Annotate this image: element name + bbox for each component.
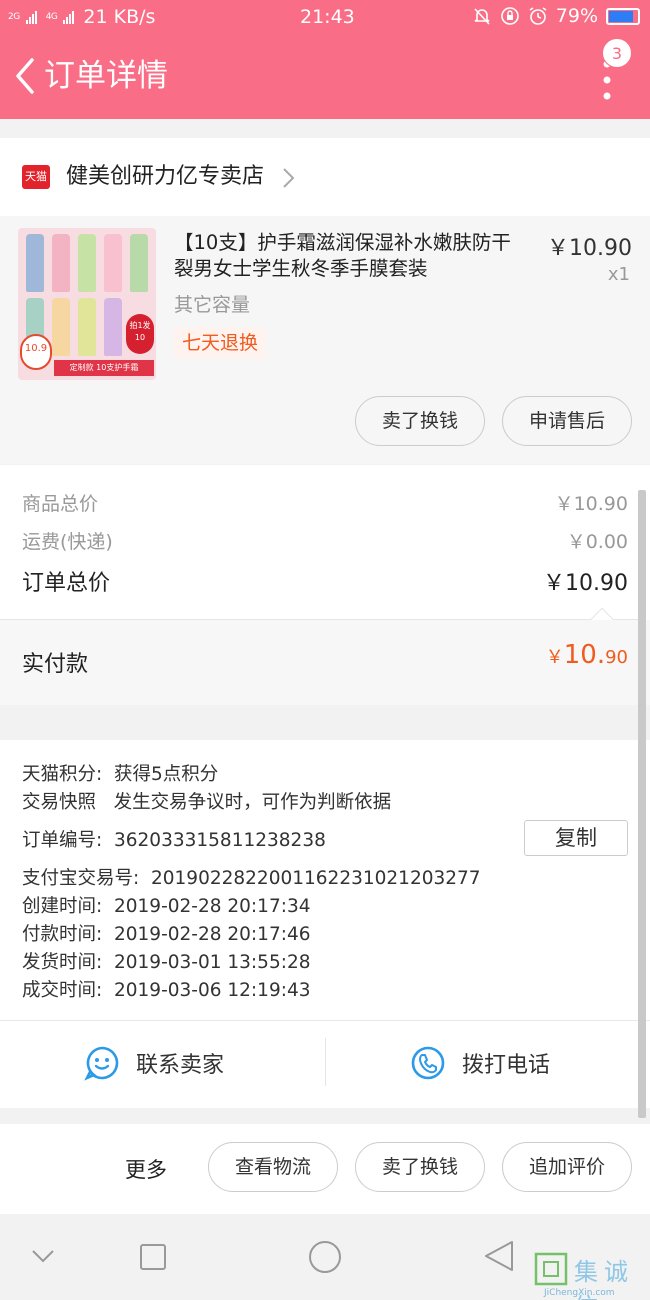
product-quantity: x1 — [607, 264, 630, 285]
status-right: 79% — [472, 5, 640, 27]
return-policy-badge: 七天退换 — [174, 327, 267, 359]
actual-payment-label: 实付款 — [22, 652, 89, 677]
snapshot-label: 交易快照 — [22, 792, 97, 813]
view-logistics-button[interactable]: 查看物流 — [208, 1142, 338, 1192]
phone-icon — [411, 1046, 445, 1080]
paid-time-label: 付款时间: — [22, 924, 103, 945]
amount-integer: 10. — [563, 640, 606, 670]
order-number-row: 订单编号: 362033315811238238 — [22, 826, 326, 852]
summary-label: 运费(快递) — [22, 531, 113, 553]
nav-bar: 订单详情 3 — [0, 34, 650, 119]
paid-time-row: 付款时间: 2019-02-28 20:17:46 — [22, 920, 310, 946]
signal-2g-indicator: 2G — [8, 11, 20, 22]
order-number-value: 362033315811238238 — [114, 830, 326, 851]
order-number-label: 订单编号: — [22, 830, 103, 851]
rotation-lock-icon — [500, 7, 519, 25]
clock: 21:43 — [300, 6, 355, 28]
product-spec: 其它容量 — [174, 294, 251, 316]
snapshot-value: 发生交易争议时，可作为判断依据 — [113, 792, 392, 813]
status-bar: 2G 4G 21 KB/s 21:43 79% — [0, 0, 650, 34]
alipay-label: 支付宝交易号: — [22, 868, 140, 889]
smiley-chat-icon — [84, 1046, 119, 1081]
amount-decimal: 90 — [605, 647, 628, 668]
paid-time-value: 2019-02-28 20:17:46 — [114, 924, 311, 945]
summary-row-shipping: 运费(快递) ￥0.00 — [22, 527, 628, 563]
alarm-icon — [529, 7, 547, 25]
snapshot-row[interactable]: 交易快照 发生交易争议时，可作为判断依据 — [22, 788, 391, 814]
summary-value: ￥0.00 — [566, 531, 628, 553]
sell-for-cash-button[interactable]: 卖了换钱 — [355, 1142, 485, 1192]
scrollbar[interactable] — [638, 490, 646, 1118]
message-count-badge: 3 — [602, 38, 632, 68]
page-title: 订单详情 — [44, 58, 168, 94]
call-phone-button[interactable]: 拨打电话 — [410, 1021, 550, 1105]
points-row: 天猫积分: 获得5点积分 — [22, 760, 218, 786]
chevron-right-icon — [283, 168, 295, 188]
actual-payment-row: 实付款 ￥10.90 — [0, 620, 650, 705]
signal-icon — [25, 11, 37, 24]
created-time-value: 2019-02-28 20:17:34 — [114, 896, 311, 917]
bell-muted-icon — [474, 8, 490, 25]
summary-row-goods: 商品总价 ￥10.90 — [22, 489, 628, 525]
recent-apps-icon[interactable] — [140, 1244, 166, 1270]
order-details: 天猫积分: 获得5点积分 交易快照 发生交易争议时，可作为判断依据 订单编号: … — [0, 740, 650, 1108]
alipay-row: 支付宝交易号: 2019022822001162231021203277 — [22, 864, 481, 890]
shipped-time-value: 2019-03-01 13:55:28 — [114, 952, 311, 973]
back-triangle-icon[interactable] — [484, 1240, 514, 1272]
net-speed: 21 KB/s — [83, 6, 156, 28]
order-total-value: ￥10.90 — [543, 571, 628, 596]
battery-icon — [606, 7, 640, 25]
created-time-row: 创建时间: 2019-02-28 20:17:34 — [22, 892, 310, 918]
chevron-down-icon[interactable] — [30, 1248, 56, 1264]
product-item: 拍1发10 10.9 定制款 10支护手霜 【10支】护手霜滋润保湿补水嫩肤防干… — [0, 216, 650, 464]
copy-button[interactable]: 复制 — [524, 820, 628, 856]
shop-name[interactable]: 健美创研力亿专卖店 — [66, 162, 264, 192]
thumb-strip-label: 定制款 10支护手霜 — [54, 360, 154, 376]
product-price: ￥10.90 — [547, 236, 632, 261]
summary-value: ￥10.90 — [554, 493, 628, 515]
actual-payment-value: ￥10.90 — [546, 640, 628, 670]
divider — [325, 1038, 326, 1086]
closed-time-label: 成交时间: — [22, 980, 103, 1001]
signal-icon-2 — [63, 11, 75, 24]
points-label: 天猫积分: — [22, 764, 103, 785]
more-button[interactable]: 更多 — [125, 1154, 167, 1184]
shipped-time-label: 发货时间: — [22, 952, 103, 973]
alipay-value: 2019022822001162231021203277 — [151, 868, 481, 889]
home-icon[interactable] — [308, 1240, 342, 1274]
contact-seller-label: 联系卖家 — [136, 1053, 225, 1078]
tmall-logo: 天猫 — [22, 165, 50, 189]
product-thumbnail[interactable]: 拍1发10 10.9 定制款 10支护手霜 — [18, 228, 156, 380]
closed-time-row: 成交时间: 2019-03-06 12:19:43 — [22, 976, 310, 1002]
chevron-left-icon[interactable] — [10, 54, 40, 98]
thumb-price-label: 10.9 — [20, 334, 52, 370]
closed-time-value: 2019-03-06 12:19:43 — [114, 980, 311, 1001]
watermark-url: JiChengXin.com — [544, 1288, 615, 1298]
currency-symbol: ￥ — [545, 647, 564, 668]
thumb-promo-label: 拍1发10 — [126, 314, 154, 354]
contact-seller-button[interactable]: 联系卖家 — [84, 1021, 224, 1105]
bottom-action-bar: 更多 查看物流 卖了换钱 追加评价 — [0, 1124, 650, 1214]
signal-4g-indicator: 4G — [45, 11, 58, 22]
summary-label: 商品总价 — [22, 493, 99, 515]
summary-row-total: 订单总价 ￥10.90 — [22, 565, 628, 601]
sell-for-cash-button[interactable]: 卖了换钱 — [355, 396, 485, 446]
add-review-button[interactable]: 追加评价 — [502, 1142, 632, 1192]
battery-percent: 79% — [555, 5, 598, 27]
product-title[interactable]: 【10支】护手霜滋润保湿补水嫩肤防干裂男女士学生秋冬季手膜套装 — [174, 230, 530, 282]
order-total-label: 订单总价 — [22, 571, 111, 596]
shipped-time-row: 发货时间: 2019-03-01 13:55:28 — [22, 948, 310, 974]
created-time-label: 创建时间: — [22, 896, 103, 917]
apply-after-sale-button[interactable]: 申请售后 — [502, 396, 632, 446]
shop-row[interactable]: 天猫 健美创研力亿专卖店 — [0, 138, 650, 216]
points-value: 获得5点积分 — [114, 764, 219, 785]
status-left: 2G 4G 21 KB/s — [8, 6, 155, 28]
price-summary: 商品总价 ￥10.90 运费(快递) ￥0.00 订单总价 ￥10.90 实付款… — [0, 465, 650, 705]
call-phone-label: 拨打电话 — [462, 1053, 551, 1078]
